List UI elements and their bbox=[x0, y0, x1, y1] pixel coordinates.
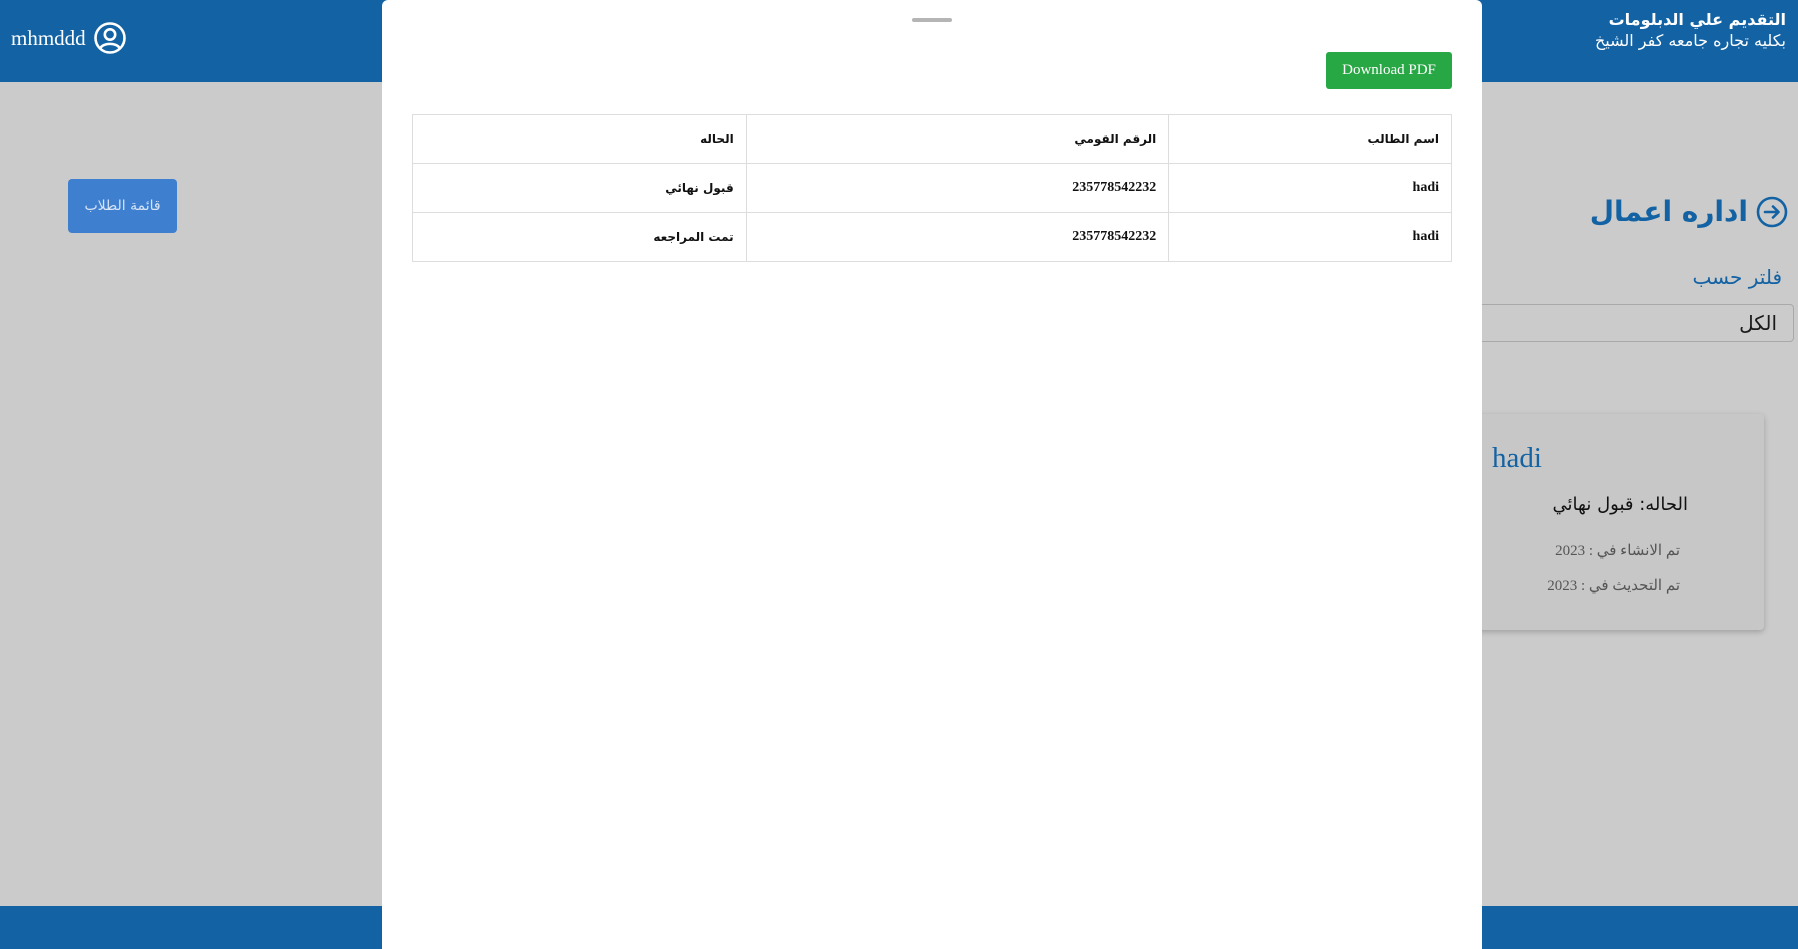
site-subtitle: بكليه تجاره جامعه كفر الشيخ bbox=[1594, 31, 1786, 50]
cell-national-id: 235778542232 bbox=[745, 212, 1170, 262]
header-student-name: اسم الطالب bbox=[1168, 114, 1452, 164]
card-student-name: hadi bbox=[1492, 442, 1542, 474]
filter-select[interactable]: الكل bbox=[1440, 304, 1794, 342]
table-row: hadi 235778542232 قبول نهائي bbox=[412, 163, 1452, 213]
site-title: التقديم علي الدبلومات bbox=[1608, 10, 1786, 29]
header-status: الحاله bbox=[412, 114, 747, 164]
students-table: اسم الطالب الرقم القومي الحاله hadi 2357… bbox=[412, 114, 1452, 262]
cell-student-name: hadi bbox=[1168, 163, 1452, 213]
section-title-text: اداره اعمال bbox=[1589, 195, 1748, 228]
download-pdf-button[interactable]: Download PDF bbox=[1326, 52, 1452, 89]
card-status: الحاله: قبول نهائي bbox=[1552, 494, 1688, 515]
cell-student-name: hadi bbox=[1168, 212, 1452, 262]
section-title: اداره اعمال bbox=[1590, 195, 1788, 228]
user-circle-icon bbox=[93, 22, 126, 54]
header-national-id: الرقم القومي bbox=[745, 114, 1170, 164]
drag-handle[interactable] bbox=[912, 18, 952, 22]
user-menu[interactable]: mhmddd bbox=[11, 22, 126, 54]
students-list-button[interactable]: قائمة الطلاب bbox=[68, 179, 177, 233]
cell-status: تمت المراجعه bbox=[412, 212, 747, 262]
cell-status: قبول نهائي bbox=[412, 163, 747, 213]
arrow-circle-right-icon bbox=[1756, 196, 1788, 227]
report-modal: Download PDF اسم الطالب الرقم القومي الح… bbox=[382, 0, 1482, 949]
filter-label: فلتر حسب bbox=[1692, 265, 1782, 289]
cell-national-id: 235778542232 bbox=[745, 163, 1170, 213]
username: mhmddd bbox=[11, 25, 86, 50]
table-header-row: اسم الطالب الرقم القومي الحاله bbox=[412, 114, 1452, 164]
card-created-date: تم الانشاء في : 2023 bbox=[1555, 543, 1680, 559]
card-updated-date: تم التحديث في : 2023 bbox=[1547, 578, 1680, 594]
table-row: hadi 235778542232 تمت المراجعه bbox=[412, 212, 1452, 262]
site-brand[interactable]: التقديم علي الدبلومات بكليه تجاره جامعه … bbox=[1595, 10, 1786, 52]
